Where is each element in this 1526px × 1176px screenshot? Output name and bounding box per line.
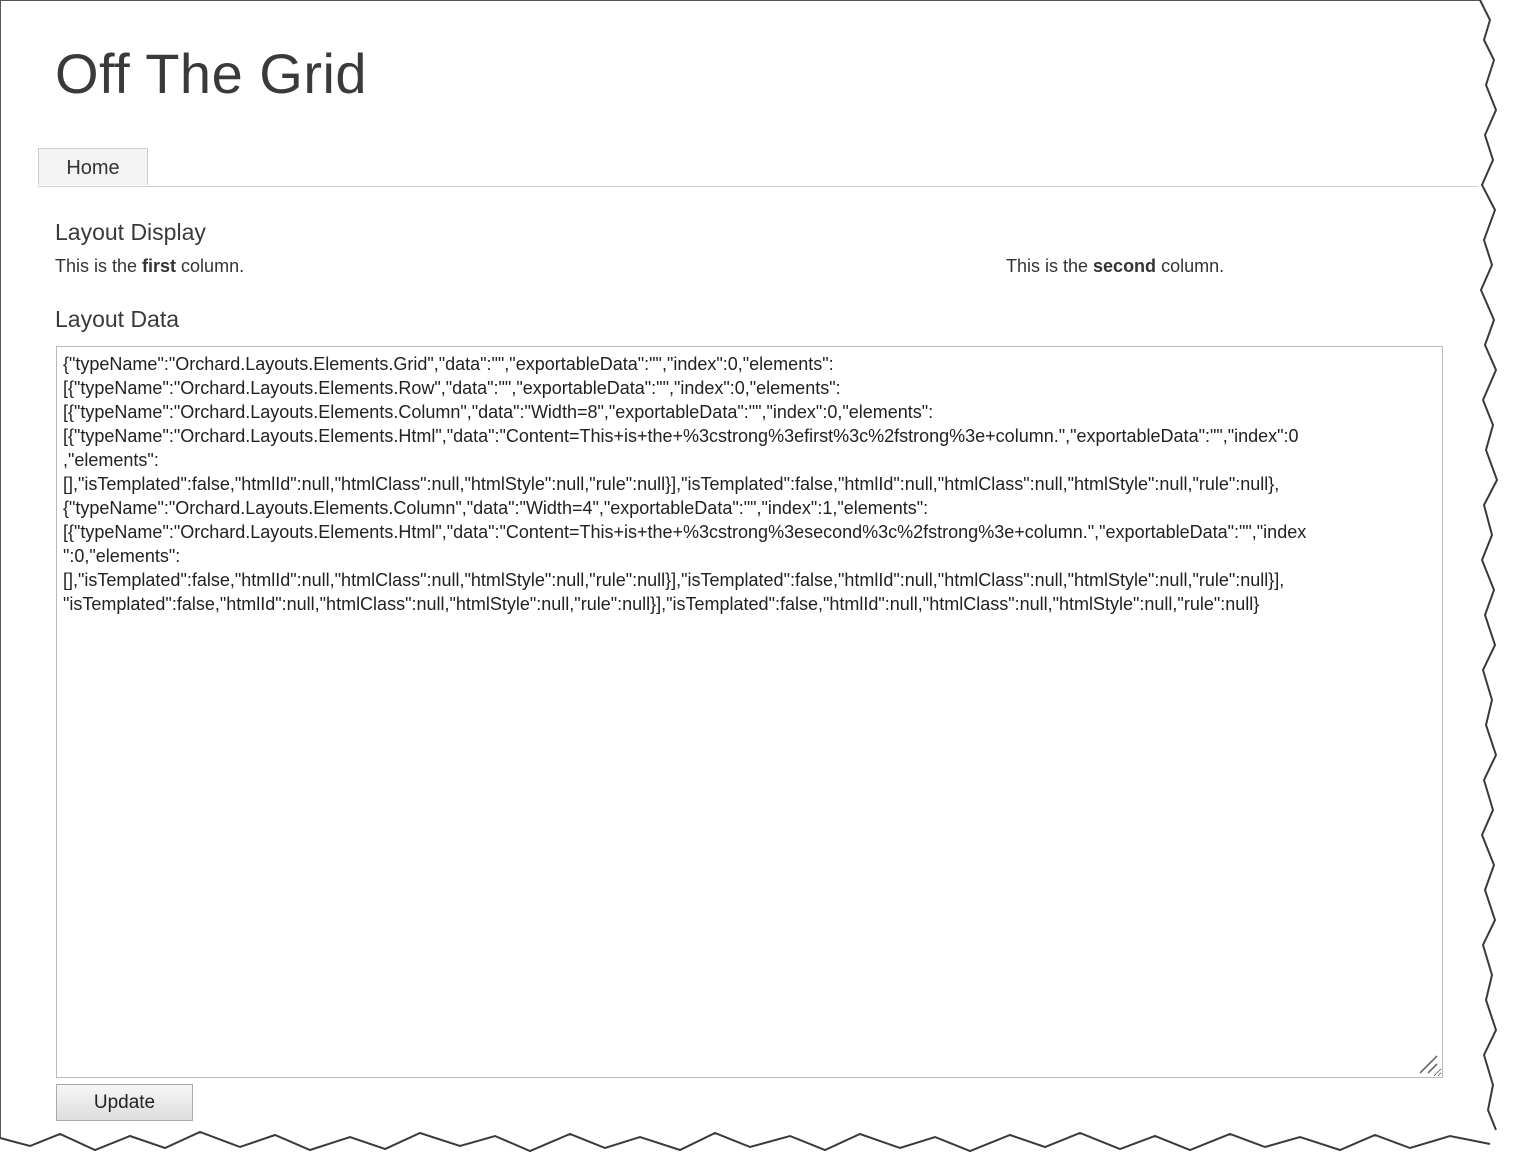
first-column-strong: first — [142, 256, 177, 276]
layout-display-heading: Layout Display — [55, 219, 206, 245]
layout-data-heading: Layout Data — [55, 306, 180, 332]
first-column-suffix: column. — [176, 256, 245, 276]
second-column-prefix: This is the — [1006, 256, 1094, 276]
torn-edge-right — [1479, 0, 1526, 1176]
page-frame: Off The Grid Home Layout Display This is… — [0, 0, 1481, 1141]
nav-tab-home[interactable]: Home — [38, 148, 148, 185]
second-column: This is the second column. — [1006, 256, 1224, 277]
main-navigation: Home — [38, 148, 1478, 187]
layout-data-textarea[interactable]: {"typeName":"Orchard.Layouts.Elements.Gr… — [56, 346, 1443, 1078]
first-column-prefix: This is the — [55, 256, 143, 276]
site-title: Off The Grid — [55, 42, 368, 105]
resize-grip-icon[interactable] — [1416, 1052, 1440, 1076]
torn-edge-bottom — [0, 1130, 1526, 1176]
update-button[interactable]: Update — [56, 1084, 193, 1121]
first-column: This is the first column. — [55, 256, 244, 277]
second-column-strong: second — [1093, 256, 1157, 276]
second-column-suffix: column. — [1156, 256, 1225, 276]
